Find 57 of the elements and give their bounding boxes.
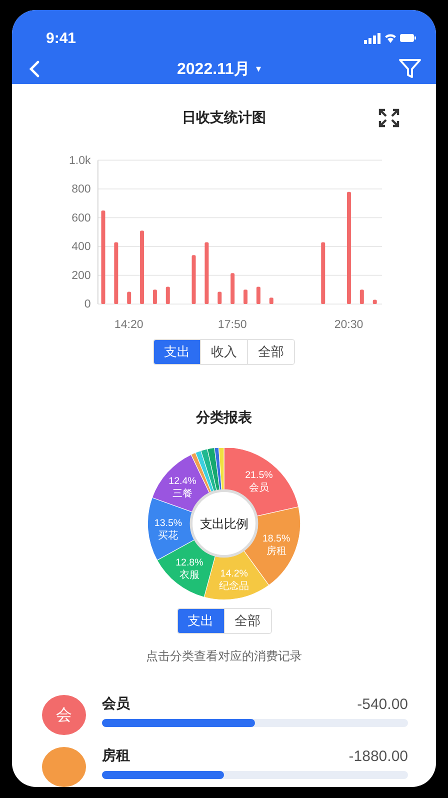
- segment-tab[interactable]: 全部: [224, 609, 270, 633]
- bar: [230, 272, 235, 304]
- donut-slice[interactable]: [218, 448, 224, 490]
- amount: -540.00: [357, 696, 408, 712]
- bar: [127, 291, 132, 304]
- axis-label: 800: [72, 183, 91, 196]
- axis-label: 0: [84, 298, 91, 310]
- axis-label: 400: [72, 240, 91, 253]
- segment-tab[interactable]: 支出: [178, 609, 224, 633]
- month-picker[interactable]: 2022.11月 ▾: [177, 58, 261, 80]
- bar: [244, 289, 248, 304]
- slice-label: 房租: [266, 546, 286, 558]
- slice-label: 衣服: [179, 570, 200, 582]
- bar: [204, 242, 209, 304]
- axis-label: 1.0k: [69, 154, 91, 166]
- slice-percent: 13.5%: [154, 518, 182, 530]
- hint-text: 点击分类查看对应的消费记录: [145, 648, 303, 665]
- segment-tab[interactable]: 支出: [154, 340, 200, 364]
- bar: [372, 299, 377, 304]
- section-title: 分类报表: [196, 409, 252, 428]
- segment-tab[interactable]: 全部: [247, 340, 294, 364]
- axis-label: 14:20: [114, 318, 144, 330]
- axis-label: 600: [72, 212, 91, 224]
- back-icon[interactable]: [28, 60, 40, 78]
- bar: [166, 286, 170, 304]
- status-time: 9:41: [46, 30, 76, 46]
- bar: [152, 289, 157, 304]
- slice-label: 纪念品: [219, 581, 250, 592]
- bar: [114, 242, 118, 304]
- bar: [256, 286, 260, 304]
- slice-percent: 12.8%: [176, 558, 204, 569]
- slice-percent: 14.2%: [220, 569, 248, 580]
- slice-label: 买花: [158, 530, 178, 542]
- fullscreen-icon[interactable]: [378, 108, 400, 128]
- donut-slice[interactable]: [207, 448, 220, 492]
- amount: -1880.00: [348, 748, 408, 764]
- filter-icon[interactable]: [398, 58, 422, 80]
- chart-title: 日收支统计图: [182, 108, 266, 127]
- bar: [321, 242, 326, 304]
- category-avatar: 会: [42, 695, 86, 735]
- axis-label: 20:30: [334, 318, 364, 330]
- slice-percent: 21.5%: [245, 470, 273, 482]
- status-icons: [364, 32, 416, 44]
- slice-percent: 18.5%: [262, 534, 290, 545]
- category-name: 房租: [102, 747, 130, 765]
- donut-slice[interactable]: [224, 448, 299, 517]
- bar: [360, 289, 364, 304]
- axis-label: 17:50: [218, 318, 247, 330]
- slice-label: 三餐: [172, 488, 193, 500]
- bar: [192, 254, 196, 304]
- bar: [269, 297, 274, 304]
- slice-label: 会员: [248, 482, 269, 494]
- category-name: 会员: [102, 695, 130, 713]
- donut-title: 支出比例: [200, 517, 248, 532]
- slice-percent: 12.4%: [168, 476, 196, 488]
- bar: [218, 291, 222, 304]
- axis-label: 200: [72, 269, 91, 282]
